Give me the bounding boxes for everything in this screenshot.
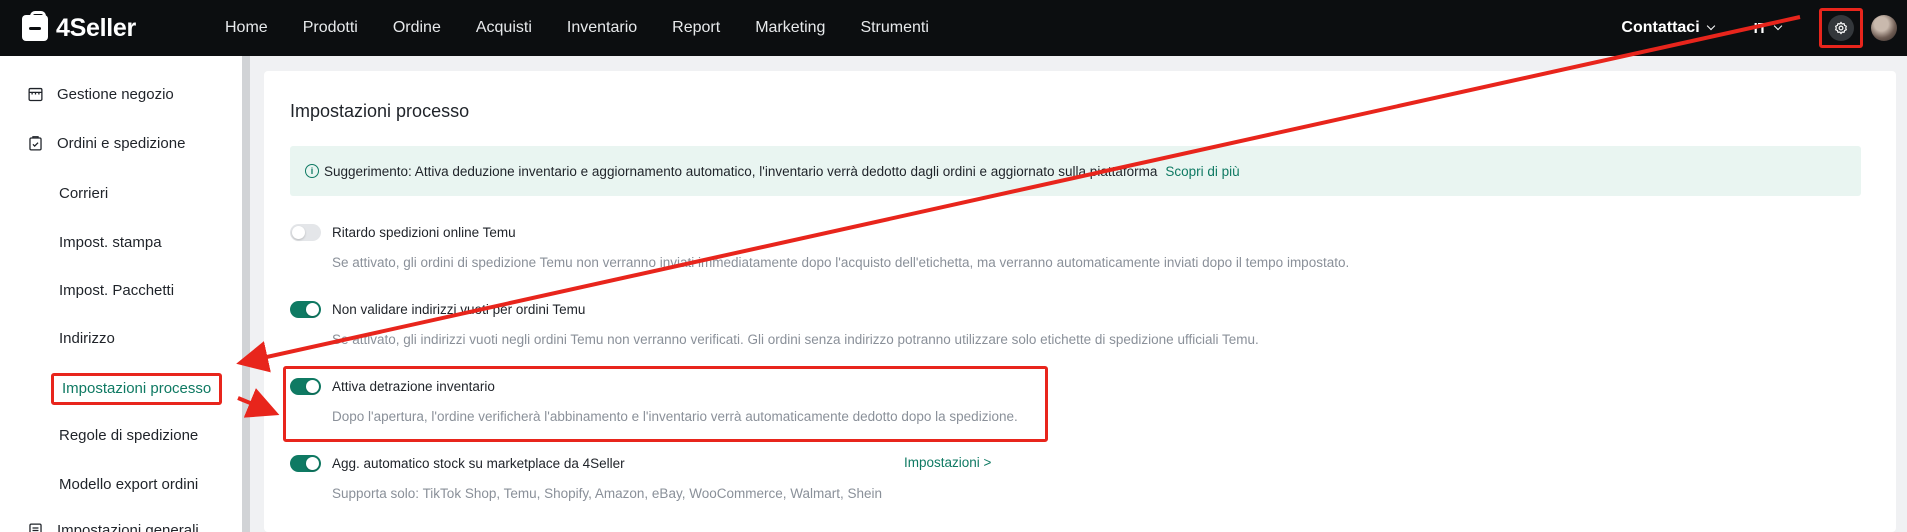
contact-dropdown[interactable]: Contattaci: [1621, 19, 1715, 37]
setting-label: Ritardo spedizioni online Temu: [332, 225, 516, 240]
toggle-knob: [292, 226, 305, 239]
info-icon: i: [305, 164, 319, 178]
top-navigation-bar: 4Seller Home Prodotti Ordine Acquisti In…: [0, 0, 1907, 56]
chevron-down-icon: [1773, 21, 1783, 31]
sidebar-item-impost-pacchetti[interactable]: Impost. Pacchetti: [59, 282, 174, 299]
sidebar-group-gestione-negozio[interactable]: Gestione negozio: [27, 86, 174, 103]
learn-more-link[interactable]: Scopri di più: [1165, 164, 1239, 179]
logo-bag-icon: [22, 11, 48, 41]
toggle-knob: [306, 303, 319, 316]
nav-acquisti[interactable]: Acquisti: [476, 19, 532, 37]
toggle-knob: [306, 457, 319, 470]
main-nav: Home Prodotti Ordine Acquisti Inventario…: [225, 19, 964, 37]
sidebar-item-impostazioni-processo[interactable]: Impostazioni processo: [51, 373, 223, 405]
setting-description: Se attivato, gli ordini di spedizione Te…: [332, 255, 1350, 270]
nav-home[interactable]: Home: [225, 19, 268, 37]
sidebar-group-label: Gestione negozio: [57, 86, 174, 103]
user-avatar[interactable]: [1871, 15, 1897, 41]
setting-label: Attiva detrazione inventario: [332, 379, 495, 394]
language-label: IT: [1753, 19, 1767, 37]
sidebar-item-corrieri[interactable]: Corrieri: [59, 185, 108, 202]
store-icon: [28, 87, 43, 102]
brand-logo[interactable]: 4Seller: [22, 11, 225, 43]
sidebar-group-impostazioni-generali[interactable]: Impostazioni generali: [27, 522, 199, 532]
nav-strumenti[interactable]: Strumenti: [860, 19, 928, 37]
nav-ordine[interactable]: Ordine: [393, 19, 441, 37]
toggle-agg-stock[interactable]: [290, 455, 321, 472]
setting-label: Agg. automatico stock su marketplace da …: [332, 456, 625, 471]
brand-name: 4Seller: [56, 13, 136, 42]
sidebar-group-label: Ordini e spedizione: [57, 135, 186, 152]
tip-text: Suggerimento: Attiva deduzione inventari…: [324, 163, 1158, 179]
sidebar-group-ordini-spedizione[interactable]: Ordini e spedizione: [27, 135, 185, 152]
setting-description: Se attivato, gli indirizzi vuoti negli o…: [332, 332, 1259, 347]
toggle-non-validare-indirizzi[interactable]: [290, 301, 321, 318]
gear-icon: [1828, 15, 1854, 41]
setting-label: Non validare indirizzi vuoti per ordini …: [332, 302, 586, 317]
chevron-down-icon: [1706, 21, 1715, 31]
page-title: Impostazioni processo: [290, 101, 470, 121]
sidebar-item-indirizzo[interactable]: Indirizzo: [59, 330, 115, 347]
toggle-detrazione-inventario[interactable]: [290, 378, 321, 395]
sidebar-item-modello-export[interactable]: Modello export ordini: [59, 476, 198, 493]
impostazioni-link[interactable]: Impostazioni >: [904, 455, 991, 470]
setting-description: Dopo l'apertura, l'ordine verificherà l'…: [332, 409, 1018, 424]
settings-button[interactable]: [1819, 8, 1863, 48]
toggle-ritardo-spedizioni[interactable]: [290, 224, 321, 241]
contact-label: Contattaci: [1621, 19, 1700, 36]
nav-inventario[interactable]: Inventario: [567, 19, 637, 37]
sidebar-item-impost-stampa[interactable]: Impost. stampa: [59, 234, 162, 251]
header-actions: Contattaci IT: [1621, 0, 1907, 56]
document-icon: [29, 523, 42, 532]
sidebar-item-regole-spedizione[interactable]: Regole di spedizione: [59, 427, 198, 444]
tip-banner: i Suggerimento: Attiva deduzione inventa…: [290, 146, 1861, 196]
setting-description: Supporta solo: TikTok Shop, Temu, Shopif…: [332, 486, 882, 501]
clipboard-icon: [29, 136, 42, 151]
sidebar-group-label: Impostazioni generali: [57, 522, 199, 532]
nav-marketing[interactable]: Marketing: [755, 19, 825, 37]
nav-prodotti[interactable]: Prodotti: [303, 19, 358, 37]
toggle-knob: [306, 380, 319, 393]
nav-report[interactable]: Report: [672, 19, 720, 37]
language-dropdown[interactable]: IT: [1753, 19, 1783, 37]
